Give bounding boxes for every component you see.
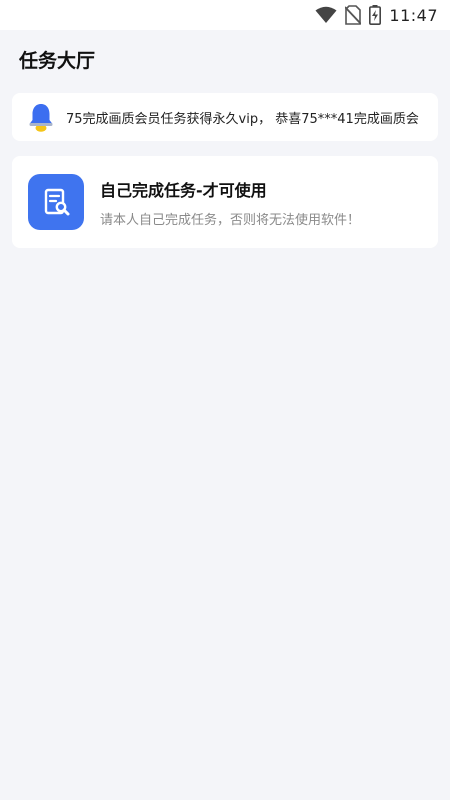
- task-title: 自己完成任务-才可使用: [100, 180, 267, 200]
- status-time: 11:47: [389, 5, 438, 25]
- notice-banner[interactable]: 75完成画质会员任务获得永久vip， 恭喜75***41完成画质会: [12, 93, 438, 141]
- battery-charging-icon: [369, 5, 382, 25]
- no-sim-icon: [345, 5, 362, 25]
- task-card[interactable]: 自己完成任务-才可使用 请本人自己完成任务，否则将无法使用软件！: [12, 156, 438, 248]
- page-title: 任务大厅: [19, 50, 96, 72]
- task-wrench-icon: [28, 174, 84, 230]
- bell-icon: [28, 102, 54, 132]
- wifi-icon: [315, 6, 337, 24]
- status-bar: 11:47: [0, 0, 450, 30]
- notice-text: 75完成画质会员任务获得永久vip， 恭喜75***41完成画质会: [66, 111, 419, 127]
- status-icons: 11:47: [315, 5, 438, 25]
- task-description: 请本人自己完成任务，否则将无法使用软件！: [100, 212, 361, 228]
- task-texts: 自己完成任务-才可使用 请本人自己完成任务，否则将无法使用软件！: [100, 177, 360, 228]
